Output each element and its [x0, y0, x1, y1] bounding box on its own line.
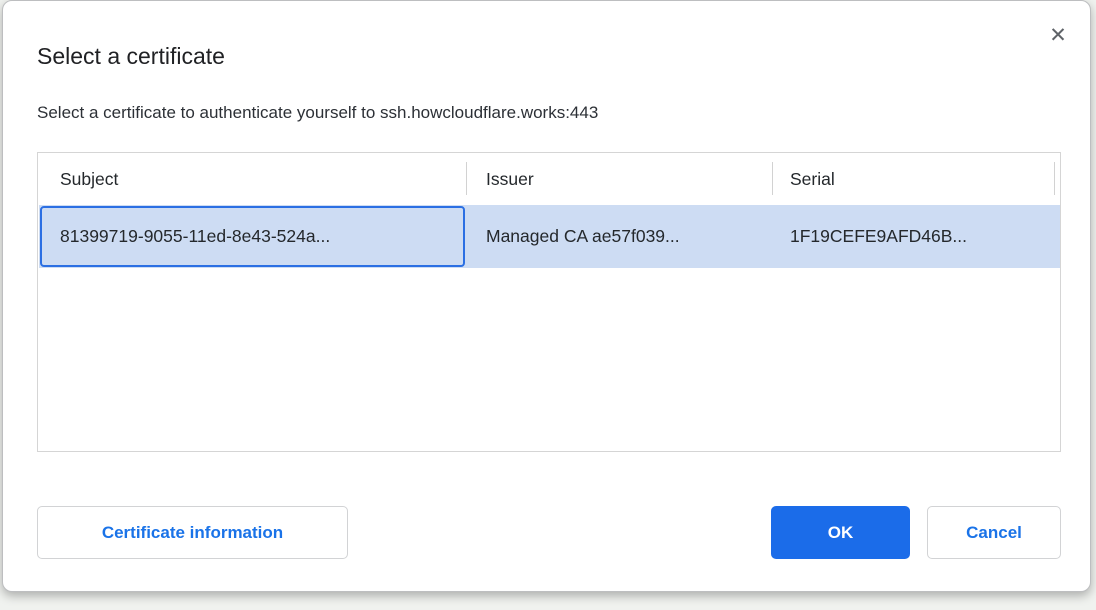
ok-button[interactable]: OK [771, 506, 910, 559]
dialog-title: Select a certificate [37, 43, 225, 70]
certificate-information-button[interactable]: Certificate information [37, 506, 348, 559]
close-button[interactable]: ✕ [1042, 19, 1074, 51]
cell-subject: 81399719-9055-11ed-8e43-524a... [60, 205, 330, 268]
certificate-table: Subject Issuer Serial 81399719-9055-11ed… [37, 152, 1061, 452]
column-divider [1054, 162, 1055, 195]
certificate-select-dialog: ✕ Select a certificate Select a certific… [2, 0, 1091, 592]
cell-issuer: Managed CA ae57f039... [486, 205, 680, 268]
cancel-button[interactable]: Cancel [927, 506, 1061, 559]
column-divider [772, 162, 773, 195]
close-icon: ✕ [1049, 25, 1067, 46]
column-divider [466, 162, 467, 195]
cell-serial: 1F19CEFE9AFD46B... [790, 205, 967, 268]
column-header-serial: Serial [790, 153, 835, 205]
certificate-row-selected[interactable]: 81399719-9055-11ed-8e43-524a... Managed … [39, 205, 1060, 268]
dialog-subtitle: Select a certificate to authenticate you… [37, 103, 598, 123]
column-header-issuer: Issuer [486, 153, 534, 205]
table-header-row: Subject Issuer Serial [38, 153, 1060, 205]
column-header-subject: Subject [60, 153, 118, 205]
